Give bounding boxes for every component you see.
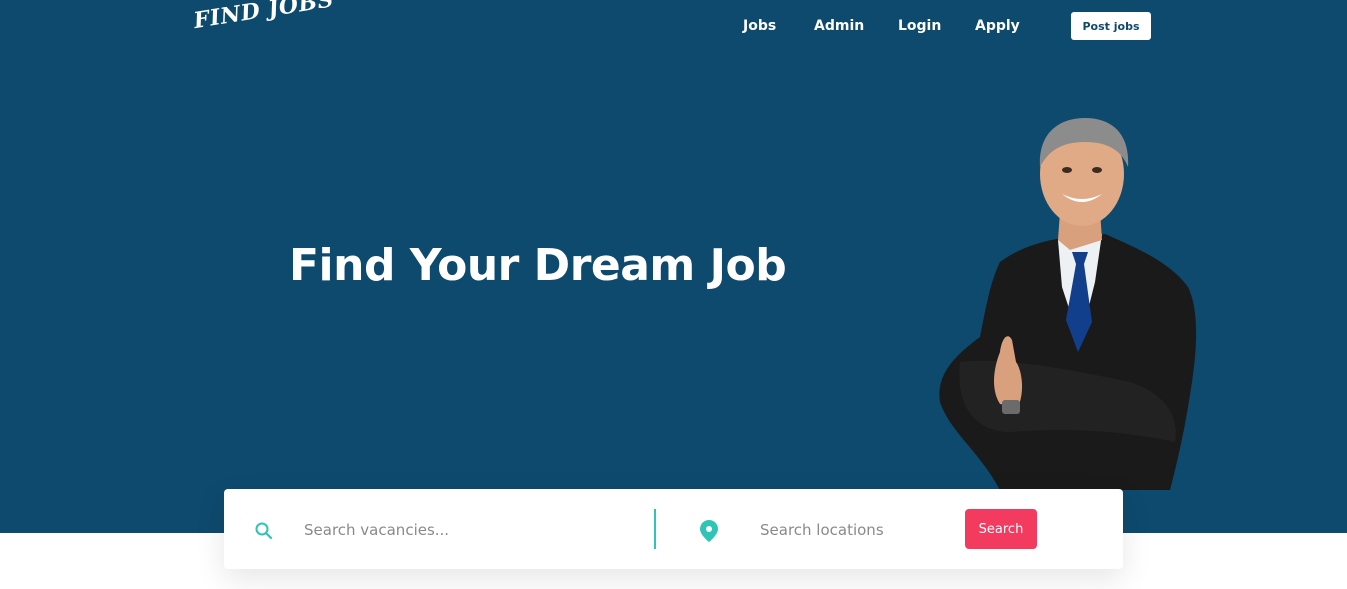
vacancy-search-input[interactable]	[304, 515, 644, 545]
location-search-input[interactable]	[760, 515, 950, 545]
hero-section: FIND JOBS Jobs Admin Login Apply Post jo…	[0, 0, 1347, 533]
nav-link-apply[interactable]: Apply	[975, 18, 1020, 34]
nav-link-admin[interactable]: Admin	[814, 18, 864, 34]
hero-headline: Find Your Dream Job	[289, 240, 787, 291]
top-nav: Jobs Admin Login Apply Post jobs	[0, 0, 1347, 56]
search-bar: Search	[224, 489, 1123, 569]
map-pin-icon	[700, 520, 718, 542]
post-jobs-button[interactable]: Post jobs	[1071, 12, 1151, 40]
nav-link-login[interactable]: Login	[898, 18, 941, 34]
businessman-image	[939, 118, 1197, 490]
search-divider	[654, 509, 656, 549]
search-button[interactable]: Search	[965, 509, 1037, 549]
search-icon	[255, 522, 273, 540]
nav-link-jobs[interactable]: Jobs	[743, 18, 776, 34]
